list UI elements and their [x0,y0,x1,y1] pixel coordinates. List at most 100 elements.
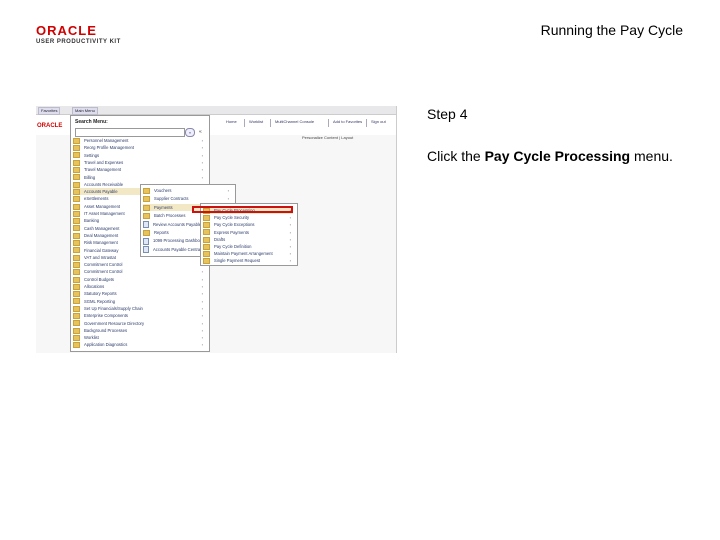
page-title: Running the Pay Cycle [540,22,683,38]
folder-icon [143,196,150,203]
folder-icon [203,236,210,243]
folder-icon [203,222,210,229]
folder-icon [73,203,80,210]
folder-icon [73,210,80,217]
folder-icon [73,327,80,334]
menu-item[interactable]: Application Diagnostics › [73,341,205,349]
chevron-right-icon: › [227,188,229,193]
menu-item-label: Commitment Control [84,262,123,268]
application-screenshot: Favorites Main Menu ORACLE Home Worklist… [36,106,397,353]
header-divider [366,119,367,127]
menu-item-label: Set Up Financials/Supply Chain [84,305,143,311]
home-link[interactable]: Home [226,119,237,124]
menu-item-label: Personnel Management [84,138,129,143]
header-brand: ORACLE [37,123,63,129]
folder-icon [73,334,80,341]
menu-item[interactable]: Enterprise Components › [73,312,205,320]
menu-item[interactable]: Travel and Expenses › [73,159,205,166]
folder-icon [143,213,150,220]
menu-item-label: Supplier Contracts [154,196,189,202]
header-divider [270,119,271,127]
chevron-right-icon: › [289,229,291,235]
submenu-item[interactable]: Single Payment Request › [203,257,293,265]
chevron-right-icon: › [289,258,291,264]
add-favorites-link[interactable]: Add to Favorites [333,119,362,124]
menu-item-label: Maintain Payment Arrangement [214,251,273,257]
folder-icon [143,204,150,211]
personalize-link[interactable]: Personalize Content | Layout [302,135,353,140]
submenu-item[interactable]: Maintain Payment Arrangement › [203,250,293,258]
chevron-right-icon: › [201,159,203,165]
menu-search-input[interactable] [75,128,185,137]
chevron-right-icon: › [201,342,203,348]
menu-item[interactable]: Allocations › [73,283,205,290]
menu-item-label: SGML Reporting [84,298,116,304]
menu-item[interactable]: Settings › [73,152,205,159]
document-icon [143,220,149,228]
menu-item-label: Worklist [84,335,99,341]
submenu-item[interactable]: Drafts › [203,236,293,243]
submenu-item[interactable]: Supplier Contracts › [143,195,231,203]
main-menu[interactable]: Main Menu [72,107,98,115]
chevron-right-icon: › [201,138,203,143]
favorites-menu[interactable]: Favorites [38,107,61,115]
menu-item-label: eSettlements [84,196,109,202]
menu-item[interactable]: Reorg Profile Management › [73,144,205,152]
chevron-right-icon: › [201,298,203,304]
sign-out-link[interactable]: Sign out [371,119,386,124]
submenu-item[interactable]: Pay Cycle Security › [203,214,293,222]
multichannel-link[interactable]: MultiChannel Console [275,119,314,124]
header-divider [244,119,245,127]
pay-cycle-processing-highlight [192,206,293,213]
oracle-upk-logo: ORACLE USER PRODUCTIVITY KIT [36,24,126,48]
menu-item[interactable]: Set Up Financials/Supply Chain › [73,305,205,312]
chevron-right-icon: › [289,222,291,228]
collapse-menu-icon[interactable]: « [199,129,202,135]
search-go-button[interactable]: » [185,128,195,137]
submenu-item[interactable]: Pay Cycle Exceptions › [203,221,293,229]
submenu-item[interactable]: Express Payments › [203,229,293,236]
menu-item[interactable]: Worklist › [73,334,205,341]
chevron-right-icon: › [201,167,203,173]
menu-item-label: Allocations [84,284,105,289]
menu-item-label: Travel and Expenses [84,159,124,165]
chevron-right-icon: › [227,196,229,202]
folder-icon [73,298,80,305]
folder-icon [73,261,80,268]
menu-item[interactable]: Personnel Management › [73,137,205,144]
folder-icon [73,276,80,283]
menu-item-label: Billing [84,174,96,180]
submenu-item[interactable]: Vouchers › [143,187,231,194]
menu-item[interactable]: Billing › [73,174,205,181]
menu-item[interactable]: Commitment Control› [73,268,205,276]
chevron-right-icon: › [201,145,203,151]
folder-icon [73,218,80,225]
submenu-item[interactable]: Pay Cycle Definition › [203,243,293,250]
menu-item[interactable]: Commitment Control› [73,261,205,268]
menu-item-label: Application Diagnostics [84,342,128,348]
menu-item-label: Asset Management [84,203,121,209]
menu-item-label: Accounts Payable [84,189,118,195]
folder-icon [73,313,80,320]
folder-icon [203,251,210,258]
folder-icon [73,232,80,239]
folder-icon [73,196,80,203]
menu-item[interactable]: Travel Management › [73,166,205,174]
menu-item-label: Reports [154,230,169,235]
menu-item-label: Pay Cycle Definition [214,244,252,249]
menu-item[interactable]: SGML Reporting › [73,298,205,305]
chevron-right-icon: › [201,320,203,326]
menu-item[interactable]: Control Budgets › [73,276,205,283]
menu-item[interactable]: Government Resource Directory › [73,320,205,327]
chevron-right-icon: › [201,284,203,289]
worklist-link[interactable]: Worklist [249,119,263,124]
menu-item-label: Deal Management [84,232,119,238]
menu-item[interactable]: Statutory Reports › [73,290,205,298]
menu-item[interactable]: Background Processes › [73,327,205,334]
menu-item-label: Risk Management [84,240,118,246]
folder-icon [73,320,80,327]
chevron-right-icon: › [201,291,203,297]
search-menu-label: Search Menu: [75,119,108,125]
folder-icon [73,137,80,144]
folder-icon [73,145,80,152]
